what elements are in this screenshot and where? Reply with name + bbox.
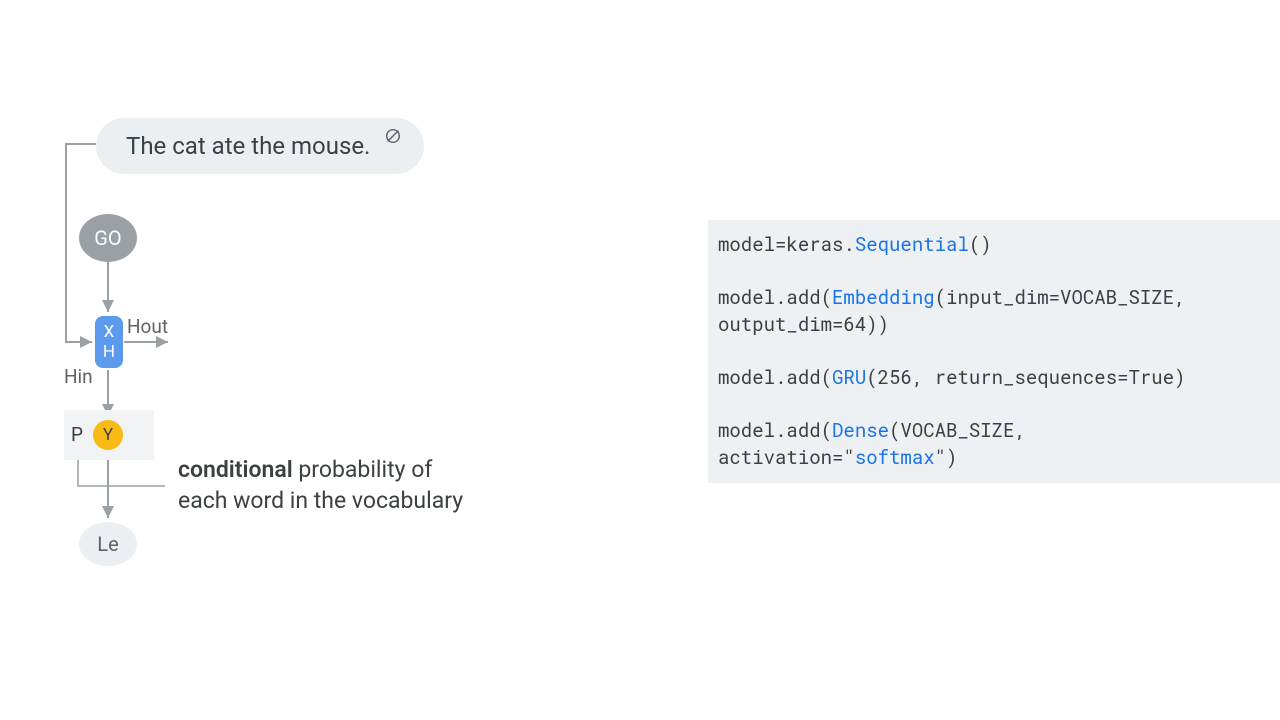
y-label: Y (103, 425, 113, 445)
code-l2-pre: model.add( (718, 285, 832, 310)
input-sentence-pill: The cat ate the mouse. (96, 118, 424, 174)
xh-node: X H (95, 316, 123, 368)
h-label: H (103, 342, 115, 362)
x-label: X (104, 322, 115, 342)
input-sentence-text: The cat ate the mouse. (126, 132, 370, 160)
code-l1-kw: Sequential (855, 232, 969, 257)
code-l3-post: (256, return_sequences=True) (866, 365, 1185, 390)
p-label: P (71, 423, 83, 446)
code-l1-pre: model=keras. (718, 232, 855, 257)
code-l4-kw: Dense (832, 418, 889, 443)
y-node: Y (93, 420, 123, 450)
hout-label: Hout (127, 315, 168, 338)
code-l4-post: ") (935, 445, 958, 470)
code-l4-str: softmax (855, 445, 935, 470)
description-text: conditional probability of each word in … (178, 454, 463, 516)
le-label: Le (97, 532, 118, 556)
code-l4-pre: model.add( (718, 418, 832, 443)
go-node: GO (79, 214, 137, 262)
description-strong: conditional (178, 456, 293, 483)
code-block: model=keras.Sequential() model.add(Embed… (708, 220, 1280, 483)
le-node: Le (79, 522, 137, 566)
empty-set-icon (384, 127, 402, 145)
code-l2-kw: Embedding (832, 285, 935, 310)
code-l3-kw: GRU (832, 365, 866, 390)
code-l3-pre: model.add( (718, 365, 832, 390)
hin-label: Hin (64, 365, 93, 388)
code-l1-post: () (969, 232, 992, 257)
go-label: GO (94, 226, 121, 250)
